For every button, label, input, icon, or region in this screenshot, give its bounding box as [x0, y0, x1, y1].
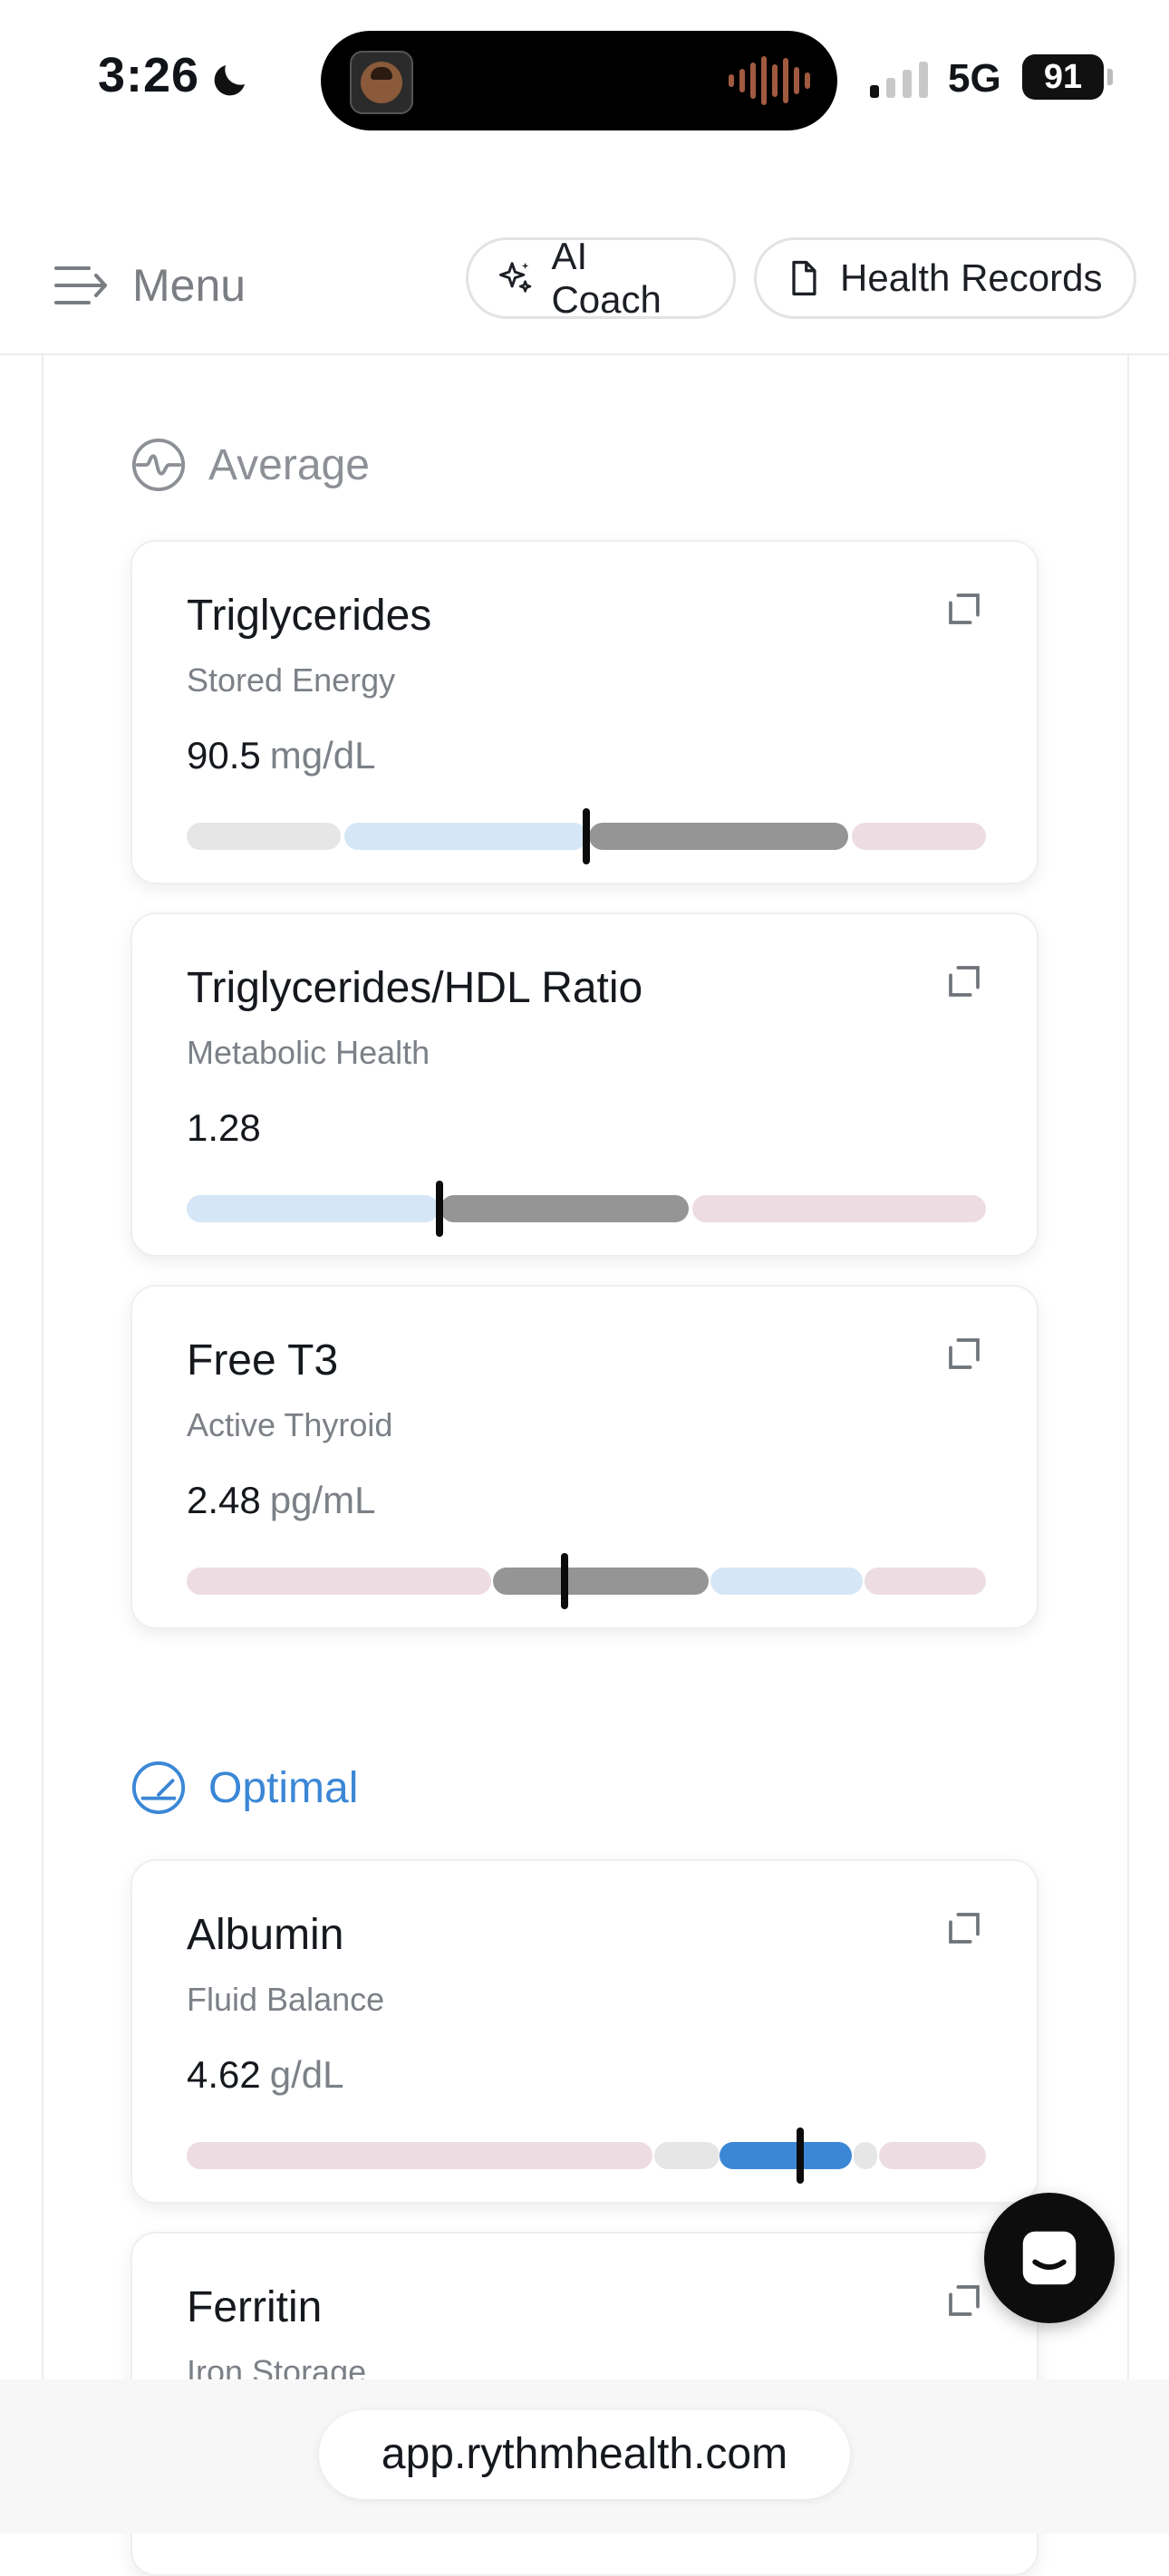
- section-label: Average: [208, 440, 370, 489]
- biomarker-value: 1.28: [187, 1106, 261, 1149]
- range-segment: [879, 2142, 986, 2169]
- value-marker: [583, 808, 590, 864]
- browser-bottom-bar: app.rythmhealth.com: [0, 2379, 1169, 2533]
- biomarker-name: Triglycerides/HDL Ratio: [187, 964, 643, 1012]
- range-segment: [865, 1568, 986, 1595]
- health-records-button[interactable]: Health Records: [754, 237, 1136, 319]
- biomarker-name: Free T3: [187, 1336, 339, 1384]
- biomarker-unit: mg/dL: [269, 734, 376, 777]
- biomarker-value: 2.48 pg/mL: [187, 1479, 376, 1521]
- range-bar: [187, 2127, 986, 2184]
- range-segment: [344, 823, 587, 850]
- biomarker-category: Metabolic Health: [187, 1034, 430, 1071]
- network-type: 5G: [948, 56, 1001, 101]
- biomarker-card-free-t3[interactable]: Free T3 Active Thyroid 2.48 pg/mL: [130, 1285, 1039, 1629]
- biomarker-category: Active Thyroid: [187, 1406, 393, 1443]
- range-segment: [710, 1568, 863, 1595]
- signal-icon: [870, 62, 928, 98]
- section-label: Optimal: [208, 1763, 359, 1812]
- status-time: 3:26: [98, 48, 200, 102]
- expand-icon[interactable]: [946, 2282, 982, 2319]
- biomarker-card-triglycerides[interactable]: Triglycerides Stored Energy 90.5 mg/dL: [130, 540, 1039, 884]
- wave-circle-icon: [131, 438, 186, 492]
- url-bar[interactable]: app.rythmhealth.com: [319, 2410, 850, 2499]
- expand-icon[interactable]: [946, 963, 982, 999]
- range-bar: [187, 1181, 986, 1237]
- range-segment: [589, 823, 848, 850]
- battery-cap: [1107, 69, 1113, 85]
- section-header-optimal: Optimal: [130, 1754, 358, 1821]
- expand-icon[interactable]: [946, 1336, 982, 1372]
- health-records-label: Health Records: [840, 256, 1103, 299]
- biomarker-name: Albumin: [187, 1911, 344, 1959]
- battery-icon: 91: [1022, 54, 1104, 100]
- range-bar: [187, 808, 986, 864]
- menu-icon: [54, 266, 107, 304]
- audio-waveform-icon: [729, 54, 810, 107]
- range-segment: [440, 1195, 689, 1222]
- value-marker: [561, 1553, 568, 1609]
- dynamic-island[interactable]: [321, 31, 837, 130]
- expand-icon[interactable]: [946, 591, 982, 627]
- range-segment: [187, 1568, 491, 1595]
- range-bar: [187, 1553, 986, 1609]
- status-bar: 3:26 5G 91: [0, 0, 1169, 163]
- sparkle-icon: [498, 262, 532, 293]
- range-segment: [720, 2142, 852, 2169]
- biomarker-unit: g/dL: [269, 2053, 344, 2096]
- range-segment: [187, 2142, 652, 2169]
- chat-icon: [1022, 2231, 1077, 2285]
- range-segment: [654, 2142, 720, 2169]
- range-segment: [852, 823, 986, 850]
- range-segment: [187, 823, 341, 850]
- range-segment: [493, 1568, 709, 1595]
- ai-coach-button[interactable]: AI Coach: [466, 235, 736, 321]
- range-segment: [854, 2142, 877, 2169]
- expand-icon[interactable]: [946, 1910, 982, 1946]
- biomarker-card-albumin[interactable]: Albumin Fluid Balance 4.62 g/dL: [130, 1859, 1039, 2204]
- chat-button[interactable]: [984, 2193, 1115, 2323]
- biomarker-name: Ferritin: [187, 2283, 323, 2331]
- menu-label: Menu: [132, 260, 246, 311]
- range-segment: [692, 1195, 986, 1222]
- moon-icon: [214, 65, 245, 96]
- range-segment: [187, 1195, 439, 1222]
- ai-coach-label: AI Coach: [551, 235, 662, 321]
- gauge-icon: [131, 1761, 186, 1815]
- biomarker-unit: pg/mL: [269, 1479, 376, 1521]
- biomarker-category: Fluid Balance: [187, 1981, 385, 2018]
- document-icon: [792, 260, 816, 296]
- biomarker-value: 4.62 g/dL: [187, 2053, 344, 2096]
- value-marker: [436, 1181, 443, 1237]
- biomarker-value: 90.5 mg/dL: [187, 734, 376, 777]
- value-marker: [797, 2127, 804, 2184]
- now-playing-artwork: [350, 51, 413, 114]
- biomarker-name: Triglycerides: [187, 592, 432, 640]
- biomarker-category: Stored Energy: [187, 661, 396, 699]
- biomarker-card-triglycerides-hdl-ratio[interactable]: Triglycerides/HDL Ratio Metabolic Health…: [130, 912, 1039, 1257]
- section-header-average: Average: [130, 431, 370, 498]
- nav-header: Menu AI Coach Health Records: [0, 163, 1169, 355]
- menu-button[interactable]: Menu: [53, 252, 246, 319]
